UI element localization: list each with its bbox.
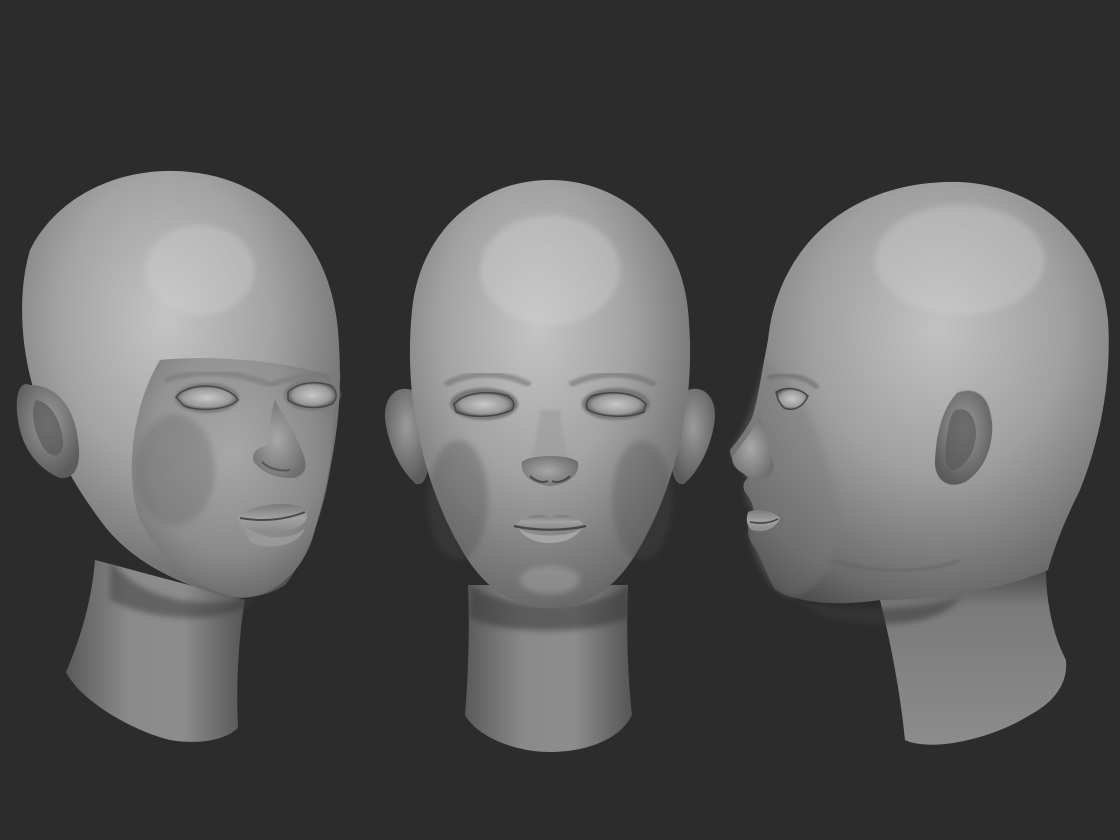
profile-head — [730, 181, 1109, 745]
cheek-shadow-right — [612, 440, 672, 560]
skull-highlight — [480, 215, 620, 325]
cheek-shadow-left — [428, 440, 488, 560]
eye — [287, 381, 337, 409]
three-quarter-head — [16, 170, 341, 742]
render-scene — [16, 170, 1109, 752]
skull-highlight — [145, 225, 255, 315]
viewport-canvas — [0, 0, 1120, 840]
front-head — [384, 180, 716, 752]
skull-highlight — [875, 205, 1045, 315]
chin-highlight — [520, 566, 580, 594]
cheek-shadow — [135, 415, 215, 525]
